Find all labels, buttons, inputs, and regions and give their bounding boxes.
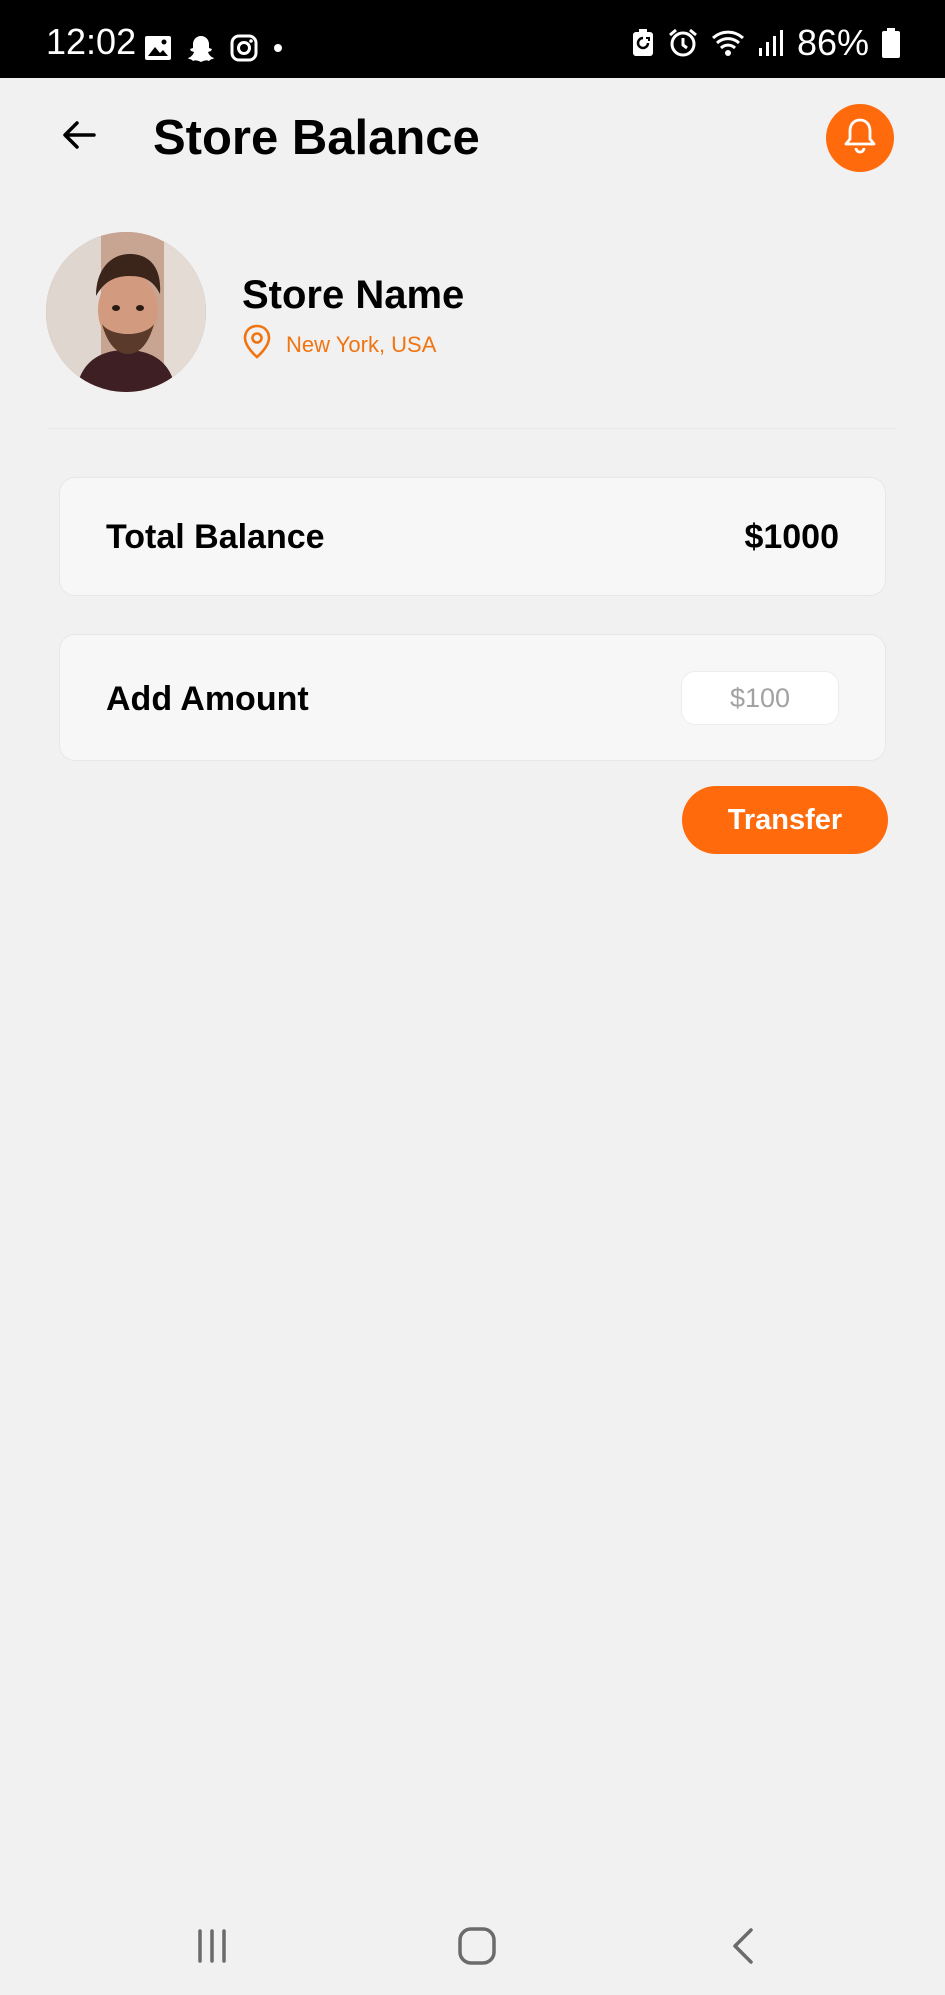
amount-input[interactable]: [681, 671, 839, 725]
page-title: Store Balance: [153, 111, 480, 165]
battery-percent: 86%: [796, 22, 869, 63]
location-text: New York, USA: [286, 331, 437, 357]
store-name: Store Name: [242, 273, 465, 317]
signal-icon: [757, 28, 785, 58]
transfer-button[interactable]: Transfer: [682, 786, 888, 854]
system-nav-bar: [0, 1900, 945, 1995]
total-balance-value: $1000: [744, 518, 839, 556]
alarm-icon: [667, 27, 699, 59]
wifi-icon: [711, 28, 745, 58]
total-balance-card: Total Balance $1000: [59, 477, 886, 596]
map-pin-icon: [242, 324, 272, 365]
status-bar: 12:02 86%: [0, 0, 945, 78]
status-time: 12:02: [46, 21, 137, 62]
recents-icon: [192, 1928, 232, 1969]
battery-icon: [881, 27, 901, 59]
back-button[interactable]: [52, 110, 106, 164]
battery-saver-icon: [631, 28, 655, 58]
arrow-left-icon: [62, 120, 96, 155]
nav-back-button[interactable]: [712, 1918, 772, 1978]
instagram-icon: [230, 34, 258, 62]
notifications-button[interactable]: [826, 104, 894, 172]
bell-icon: [842, 117, 878, 160]
add-amount-card: Add Amount: [59, 634, 886, 761]
add-amount-label: Add Amount: [106, 680, 309, 718]
snapchat-icon: [186, 33, 216, 63]
total-balance-label: Total Balance: [106, 518, 325, 556]
back-icon: [727, 1926, 757, 1971]
avatar: [46, 232, 206, 392]
recents-button[interactable]: [182, 1918, 242, 1978]
home-icon: [457, 1926, 497, 1971]
divider: [48, 428, 897, 429]
status-left-icons: [144, 30, 284, 66]
gallery-icon: [144, 35, 172, 61]
store-location: New York, USA: [242, 324, 436, 365]
status-right-icons: 86%: [631, 24, 901, 62]
home-button[interactable]: [447, 1918, 507, 1978]
dot-icon: [272, 42, 284, 54]
